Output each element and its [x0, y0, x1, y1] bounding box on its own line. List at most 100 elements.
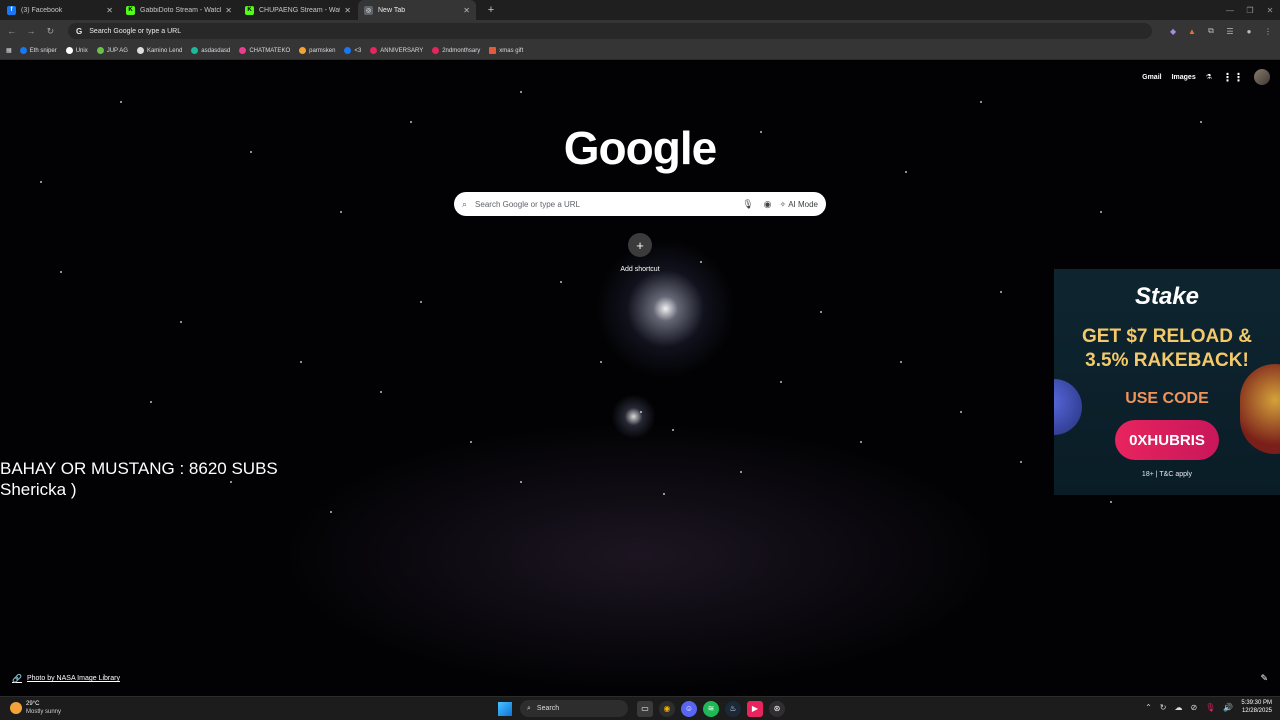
chrome-icon[interactable]: ◉	[659, 700, 675, 717]
bookmark-asdasdasd[interactable]: asdasdasd	[191, 47, 230, 54]
menu-icon[interactable]: ⋮	[1260, 23, 1276, 39]
ad-headline: GET $7 RELOAD & 3.5% RAKEBACK!	[1082, 326, 1252, 371]
google-apps-icon[interactable]: ⋮⋮	[1222, 71, 1244, 84]
close-icon[interactable]: ✕	[463, 6, 470, 15]
minimize-icon[interactable]: —	[1220, 0, 1240, 20]
discord-icon[interactable]: ☺	[681, 700, 697, 717]
search-box[interactable]: ⌕ Search Google or type a URL 🎙 ◉ ✧ AI Mo…	[454, 192, 826, 216]
add-shortcut-tile[interactable]: + Add shortcut	[612, 233, 668, 273]
labs-icon[interactable]: ⚗	[1206, 73, 1212, 81]
bookmark-xmas-gift[interactable]: xmas gift	[489, 47, 523, 54]
maximize-icon[interactable]: ❐	[1240, 0, 1260, 20]
gift-icon	[489, 47, 497, 54]
close-icon[interactable]: ✕	[106, 6, 113, 15]
google-icon: G	[76, 26, 83, 36]
search-icon: ⌕	[462, 198, 468, 209]
profile-avatar[interactable]: ●	[1241, 23, 1257, 39]
tab-new-tab[interactable]: ◎ New Tab ✕	[358, 0, 476, 20]
reload-icon[interactable]: ↻	[43, 23, 58, 39]
extension-icon[interactable]: ▲	[1184, 23, 1200, 39]
spotify-icon[interactable]: ≋	[703, 700, 719, 717]
toolbar-actions: ◆ ▲ ⧉ ☰ ● ⋮	[1162, 23, 1276, 39]
window-controls: — ❐ ✕	[1220, 0, 1280, 20]
stake-ad-banner[interactable]: Stake GET $7 RELOAD & 3.5% RAKEBACK! USE…	[1054, 269, 1280, 495]
back-icon[interactable]: ←	[4, 23, 19, 39]
clock-time: 5:39:30 PM	[1241, 700, 1272, 706]
tab-chupaeng[interactable]: K CHUPAENG Stream - Watch Live ✕	[239, 0, 357, 20]
bookmark-icon	[191, 47, 199, 54]
microphone-icon[interactable]: 🎙	[1205, 703, 1215, 712]
apps-icon[interactable]: ▦	[6, 47, 12, 54]
address-bar-placeholder: Search Google or type a URL	[89, 27, 182, 35]
kick-icon: K	[245, 5, 254, 15]
facebook-icon	[19, 47, 27, 54]
steam-icon[interactable]: ♨	[725, 700, 741, 717]
overlay-line-2: Shericka )	[0, 480, 77, 499]
address-bar[interactable]: G Search Google or type a URL	[68, 23, 1153, 39]
photo-credit-link[interactable]: 🔗 Photo by NASA Image Library	[12, 674, 120, 683]
ai-mode-button[interactable]: ✧ AI Mode	[780, 200, 819, 209]
bookmarks-bar: ▦ Eth sniper Unix JUP AG Kamino Lend asd…	[0, 42, 1280, 60]
bookmark-unix[interactable]: Unix	[65, 47, 88, 54]
bookmark-jup-ag[interactable]: JUP AG	[96, 47, 128, 54]
facebook-icon: f	[7, 5, 16, 15]
tray-app-icon[interactable]: ↻	[1160, 703, 1167, 712]
microphone-icon[interactable]: 🎙	[742, 199, 753, 210]
windows-start-icon[interactable]	[498, 701, 512, 716]
customize-pencil-icon[interactable]: ✎	[1260, 673, 1268, 684]
new-tab-button[interactable]: +	[482, 1, 500, 19]
extension-icon[interactable]: ◆	[1165, 23, 1181, 39]
tab-facebook[interactable]: f (3) Facebook ✕	[1, 0, 119, 20]
obs-icon[interactable]: ⊛	[769, 700, 785, 717]
facebook-icon	[344, 47, 352, 54]
close-icon[interactable]: ✕	[344, 6, 351, 15]
chevron-up-icon[interactable]: ⌃	[1145, 703, 1152, 712]
wifi-off-icon[interactable]: ⊘	[1190, 703, 1197, 712]
bookmark-parmsken[interactable]: parmsken	[299, 47, 335, 54]
bookmark-icon	[65, 47, 73, 54]
volume-icon[interactable]: 🔊	[1223, 703, 1233, 712]
weather-widget[interactable]: 29°C Mostly sunny	[10, 700, 61, 716]
google-logo: Google	[563, 122, 717, 174]
bookmark-2ndmonthsary[interactable]: 2ndmonthsary	[432, 47, 480, 54]
taskbar-search[interactable]: ⌕ Search	[520, 700, 628, 717]
stream-overlay-text: BAHAY OR MUSTANG : 8620 SUBS Shericka )	[0, 458, 278, 500]
weather-condition: Mostly sunny	[26, 709, 62, 715]
avatar[interactable]	[1254, 69, 1270, 85]
weather-temperature: 29°C	[26, 701, 40, 707]
tab-title: (3) Facebook	[21, 6, 63, 14]
sun-icon	[10, 702, 22, 714]
images-link[interactable]: Images	[1172, 74, 1196, 81]
new-tab-page: Gmail Images ⚗ ⋮⋮ Google ⌕ Search Google…	[0, 61, 1280, 696]
bookmark-eth-sniper[interactable]: Eth sniper	[19, 47, 57, 54]
task-view-icon[interactable]: ▭	[637, 700, 653, 717]
ad-terms: 18+ | T&C apply	[1141, 471, 1193, 478]
bookmark-icon	[239, 47, 247, 54]
sidebar-icon[interactable]: ☰	[1222, 23, 1238, 39]
bookmark-icon	[370, 47, 378, 54]
plus-icon: +	[628, 233, 652, 257]
add-shortcut-label: Add shortcut	[620, 266, 660, 273]
stream-app-icon[interactable]: ▶	[747, 700, 763, 717]
bookmark-anniversary[interactable]: ANNIVERSARY	[370, 47, 423, 54]
link-icon: 🔗	[12, 674, 22, 683]
bookmark-kamino-lend[interactable]: Kamino Lend	[136, 47, 182, 54]
close-window-icon[interactable]: ✕	[1260, 0, 1280, 20]
bookmark-icon	[299, 47, 307, 54]
system-clock[interactable]: 5:39:30 PM 12/28/2025	[1241, 699, 1272, 715]
google-lens-icon[interactable]: ◉	[764, 199, 772, 210]
close-icon[interactable]: ✕	[225, 6, 232, 15]
forward-icon[interactable]: →	[23, 23, 38, 39]
system-tray: ⌃ ↻ ☁ ⊘ 🎙 🔊 5:39:30 PM 12/28/2025	[1137, 699, 1272, 715]
gmail-link[interactable]: Gmail	[1142, 74, 1161, 81]
bookmark-chatmateko[interactable]: CHATMATEKO	[239, 47, 290, 54]
search-placeholder: Search Google or type a URL	[475, 199, 580, 209]
extensions-puzzle-icon[interactable]: ⧉	[1203, 23, 1219, 39]
ad-code-button[interactable]: 0XHUBRIS	[1115, 420, 1219, 460]
cloud-icon[interactable]: ☁	[1174, 703, 1182, 712]
bookmark-icon	[96, 47, 104, 54]
tab-gabbidoto[interactable]: K GabbiDoto Stream - Watch Live ✕	[120, 0, 238, 20]
search-icon: ⌕	[527, 704, 531, 712]
chrome-icon: ◎	[364, 5, 373, 15]
bookmark-heart[interactable]: <3	[344, 47, 361, 54]
